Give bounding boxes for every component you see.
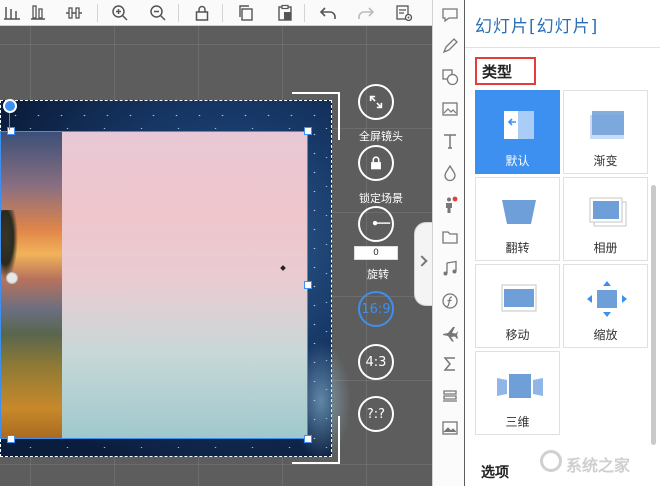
align-bottom-icon[interactable] — [2, 3, 22, 23]
rotation-stem — [9, 112, 10, 130]
lock-scene-label: 锁定场景 — [359, 192, 403, 205]
copy-icon[interactable] — [236, 3, 256, 23]
rotate-dial[interactable] — [358, 206, 394, 242]
tile-label-fade: 渐变 — [593, 154, 618, 168]
tool-icon-column — [432, 0, 464, 486]
transition-tile-default[interactable]: 默认 — [475, 90, 560, 174]
pen-icon[interactable] — [441, 37, 459, 55]
options-section-label: 选项 — [481, 465, 509, 481]
watermark-logo-icon — [540, 450, 562, 472]
zoom-out-icon[interactable] — [148, 3, 168, 23]
fade-transition-icon — [590, 111, 624, 139]
zoom-transition-icon — [587, 281, 627, 317]
resize-handle-right[interactable] — [304, 281, 312, 289]
chevron-right-icon — [416, 255, 428, 267]
frame-corner-bottom-right — [292, 416, 340, 464]
transition-tile-move[interactable]: 移动 — [475, 264, 560, 348]
comment-icon[interactable] — [441, 6, 459, 24]
music-icon[interactable] — [441, 260, 459, 278]
transition-tile-album[interactable]: 相册 — [563, 177, 648, 261]
selection-frame[interactable] — [0, 131, 308, 439]
panel-title: 幻灯片[幻灯片] — [475, 17, 599, 37]
distribute-horizontal-icon[interactable] — [64, 3, 84, 23]
redo-icon[interactable] — [356, 3, 376, 23]
tile-label-move: 移动 — [505, 328, 530, 342]
image-icon[interactable] — [441, 100, 459, 118]
transition-tile-flip[interactable]: 翻转 — [475, 177, 560, 261]
type-section-label: 类型 — [475, 57, 536, 85]
settings-icon[interactable] — [394, 3, 414, 23]
slideshow-icon[interactable] — [441, 419, 459, 437]
panel-scrollbar[interactable] — [651, 185, 656, 445]
transition-tile-3d[interactable]: 三维 — [475, 351, 560, 435]
airplane-icon[interactable] — [441, 324, 459, 342]
rotate-label: 旋转 — [367, 268, 389, 281]
tile-label-default: 默认 — [505, 154, 530, 168]
lock-icon — [371, 156, 381, 170]
ratio-custom-button[interactable]: ?:? — [358, 396, 394, 432]
ratio-4-3-button[interactable]: 4:3 — [358, 344, 394, 380]
dial-icon — [372, 220, 391, 226]
transition-tile-zoom[interactable]: 缩放 — [563, 264, 648, 348]
fullscreen-icon — [369, 95, 383, 109]
transition-tile-fade[interactable]: 渐变 — [563, 90, 648, 174]
app-window: 全屏镜头 锁定场景 0 旋转 16:9 4:3 ?:? 幻灯片[幻灯片] 类型 … — [0, 0, 660, 486]
panel-collapse-tab[interactable] — [414, 222, 432, 306]
default-transition-icon — [504, 111, 534, 139]
character-icon[interactable] — [441, 196, 459, 214]
rotation-handle[interactable] — [3, 99, 17, 113]
watermark: 系统之家 — [540, 446, 660, 482]
3d-transition-icon — [497, 374, 543, 398]
layers-icon[interactable] — [441, 387, 459, 405]
fullscreen-camera-label: 全屏镜头 — [359, 130, 403, 143]
function-icon[interactable] — [441, 292, 459, 310]
flip-transition-icon — [502, 200, 536, 224]
folder-icon[interactable] — [441, 228, 459, 246]
zoom-in-icon[interactable] — [110, 3, 130, 23]
move-transition-icon — [501, 284, 537, 312]
lock-scene-button[interactable] — [358, 145, 394, 181]
slide-properties-panel: 幻灯片[幻灯片] 类型 默认 渐变 翻转 相册 移动 缩放 三维 选项 — [465, 0, 660, 486]
ratio-16-9-button[interactable]: 16:9 — [358, 291, 394, 327]
sigma-icon[interactable] — [441, 355, 459, 373]
tile-label-zoom: 缩放 — [593, 328, 618, 342]
pivot-handle[interactable] — [6, 272, 18, 284]
undo-icon[interactable] — [318, 3, 338, 23]
album-transition-icon — [589, 197, 627, 227]
paste-icon[interactable] — [275, 3, 295, 23]
text-icon[interactable] — [441, 132, 459, 150]
tile-label-3d: 三维 — [505, 415, 530, 429]
top-toolbar — [0, 0, 432, 26]
rotation-value-field[interactable]: 0 — [354, 246, 398, 260]
shapes-icon[interactable] — [441, 68, 459, 86]
frame-corner-top-right — [292, 92, 340, 140]
resize-handle-bottom-left[interactable] — [7, 435, 15, 443]
watermark-text: 系统之家 — [566, 456, 631, 475]
drop-icon[interactable] — [441, 164, 459, 182]
tile-label-flip: 翻转 — [505, 241, 530, 255]
distribute-vertical-icon[interactable] — [28, 3, 48, 23]
tile-label-album: 相册 — [593, 241, 618, 255]
fullscreen-camera-button[interactable] — [358, 84, 394, 120]
lock-icon[interactable] — [192, 3, 212, 23]
